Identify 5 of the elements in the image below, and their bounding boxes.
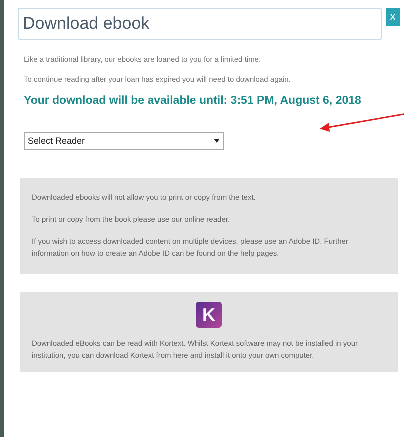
- reader-select[interactable]: Select Reader: [24, 132, 224, 150]
- window-title: Download ebook: [18, 8, 382, 40]
- availability-text: Your download will be available until: 3:51 PM, August 6, 2018: [23, 94, 362, 109]
- dropdown-arrow-icon: [214, 139, 220, 144]
- app-logo-icon: K: [196, 302, 222, 328]
